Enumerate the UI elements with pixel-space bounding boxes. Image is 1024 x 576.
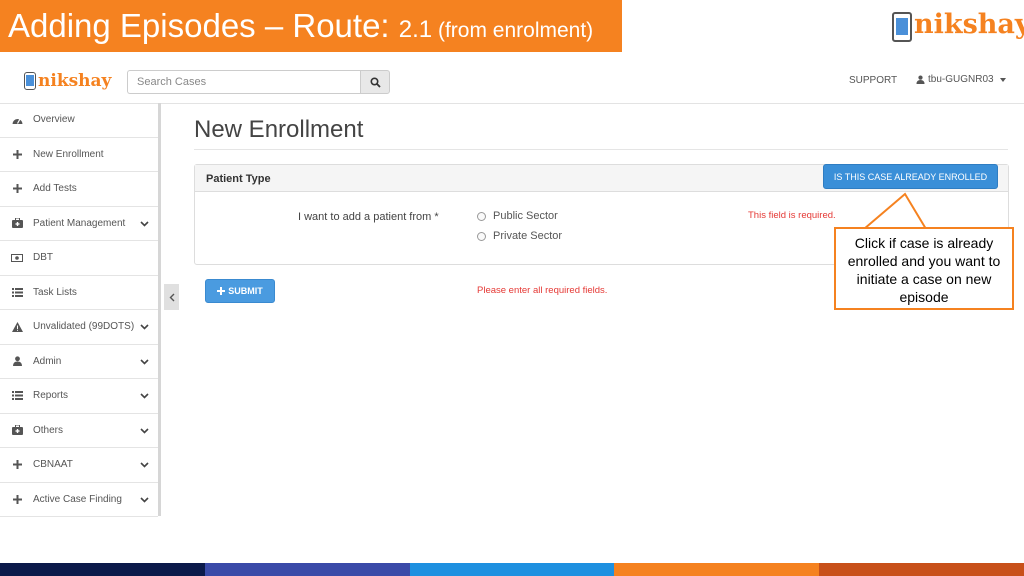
user-icon — [916, 75, 925, 84]
plus-icon — [10, 183, 24, 195]
sidebar: Overview New Enrollment Add Tests Patient M… — [0, 103, 161, 517]
public-sector-radio[interactable]: Public Sector — [477, 210, 558, 222]
sidebar-item-label: Task Lists — [33, 286, 77, 298]
user-icon — [10, 355, 24, 367]
footer-color-segment — [0, 563, 205, 576]
app-header: nikshay SUPPORT tbu-GUGNR03 — [0, 60, 1024, 104]
sidebar-item-label: CBNAAT — [33, 459, 73, 471]
sidebar-item-label: Patient Management — [33, 217, 126, 229]
sidebar-item-new-enrollment[interactable]: New Enrollment — [0, 138, 158, 172]
radio-circle-icon — [477, 231, 486, 241]
plus-icon — [10, 459, 24, 471]
public-sector-label: Public Sector — [493, 210, 558, 222]
caret-down-icon — [999, 77, 1006, 82]
panel-title: Patient Type — [206, 173, 271, 185]
sidebar-item-overview[interactable]: Overview — [0, 103, 158, 138]
chevron-down-icon — [140, 495, 149, 506]
warning-icon — [10, 321, 24, 333]
slide-title-subtitle: (from enrolment) — [432, 19, 594, 42]
slide-logo-text: nikshay — [914, 9, 1024, 40]
sidebar-item-label: Active Case Finding — [33, 493, 122, 505]
chevron-down-icon — [140, 460, 149, 471]
footer-color-segment — [614, 563, 820, 576]
private-sector-radio[interactable]: Private Sector — [477, 230, 562, 242]
list-icon — [10, 390, 24, 402]
sidebar-collapse-button[interactable] — [164, 284, 179, 310]
callout-box: Click if case is already enrolled and yo… — [834, 227, 1014, 310]
phone-icon — [892, 12, 912, 42]
sidebar-item-dbt[interactable]: DBT — [0, 241, 158, 276]
sidebar-item-patient-management[interactable]: Patient Management — [0, 207, 158, 241]
sidebar-item-admin[interactable]: Admin — [0, 345, 158, 379]
slide-title-banner: Adding Episodes – Route: 2.1 (from enrol… — [0, 0, 622, 52]
sidebar-item-task-lists[interactable]: Task Lists — [0, 276, 158, 310]
footer-color-bar — [0, 563, 1024, 576]
sidebar-item-label: Add Tests — [33, 183, 77, 195]
slide-title: Adding Episodes – Route: — [8, 7, 399, 44]
chevron-left-icon — [169, 293, 174, 301]
list-icon — [10, 286, 24, 298]
chevron-down-icon — [140, 219, 149, 230]
user-name: tbu-GUGNR03 — [928, 74, 994, 85]
plus-icon — [10, 493, 24, 505]
app-logo-text: nikshay — [38, 71, 112, 91]
sidebar-item-label: Unvalidated (99DOTS) — [33, 321, 135, 333]
field-error-message: This field is required. — [748, 210, 836, 221]
sidebar-item-others[interactable]: Others — [0, 414, 158, 448]
already-enrolled-button[interactable]: IS THIS CASE ALREADY ENROLLED — [823, 164, 998, 189]
page-title: New Enrollment — [194, 116, 364, 143]
sidebar-item-label: DBT — [33, 252, 53, 264]
sidebar-item-cbnaat[interactable]: CBNAAT — [0, 448, 158, 483]
footer-color-segment — [819, 563, 1024, 576]
slide-title-version: 2.1 — [398, 16, 433, 43]
submit-button[interactable]: SUBMIT — [205, 279, 275, 303]
sidebar-item-active-case-finding[interactable]: Active Case Finding — [0, 483, 158, 517]
dashboard-icon — [10, 114, 24, 126]
support-link[interactable]: SUPPORT — [849, 75, 897, 86]
patient-source-label: I want to add a patient from * — [298, 211, 439, 223]
medkit-icon — [10, 424, 24, 436]
submit-label: SUBMIT — [228, 286, 263, 296]
search-button[interactable] — [360, 70, 390, 94]
sidebar-item-add-tests[interactable]: Add Tests — [0, 172, 158, 207]
phone-icon — [24, 72, 36, 90]
nikshay-slide-logo: nikshay — [890, 8, 1024, 48]
chevron-down-icon — [140, 391, 149, 402]
medkit-icon — [10, 217, 24, 229]
money-icon — [10, 252, 24, 264]
title-divider — [194, 149, 1008, 150]
search-icon — [369, 76, 381, 88]
chevron-down-icon — [140, 357, 149, 368]
app-logo[interactable]: nikshay — [24, 70, 111, 94]
sidebar-item-label: Admin — [33, 355, 62, 367]
private-sector-label: Private Sector — [493, 230, 563, 242]
plus-icon — [217, 287, 226, 295]
sidebar-item-label: Overview — [33, 114, 75, 126]
sidebar-item-label: New Enrollment — [33, 148, 104, 160]
form-error-message: Please enter all required fields. — [477, 285, 608, 296]
radio-circle-icon — [477, 211, 486, 221]
panel-header: Patient Type IS THIS CASE ALREADY ENROLL… — [195, 164, 1008, 192]
footer-color-segment — [204, 563, 410, 576]
sidebar-item-reports[interactable]: Reports — [0, 379, 158, 414]
chevron-down-icon — [140, 322, 149, 333]
sidebar-item-unvalidated-99dots[interactable]: Unvalidated (99DOTS) — [0, 310, 158, 345]
chevron-down-icon — [140, 426, 149, 437]
plus-icon — [10, 148, 24, 160]
search-input[interactable] — [127, 70, 361, 94]
sidebar-item-label: Reports — [33, 390, 69, 402]
sidebar-item-label: Others — [33, 424, 64, 436]
footer-color-segment — [409, 563, 615, 576]
user-menu[interactable]: tbu-GUGNR03 — [916, 74, 1006, 85]
